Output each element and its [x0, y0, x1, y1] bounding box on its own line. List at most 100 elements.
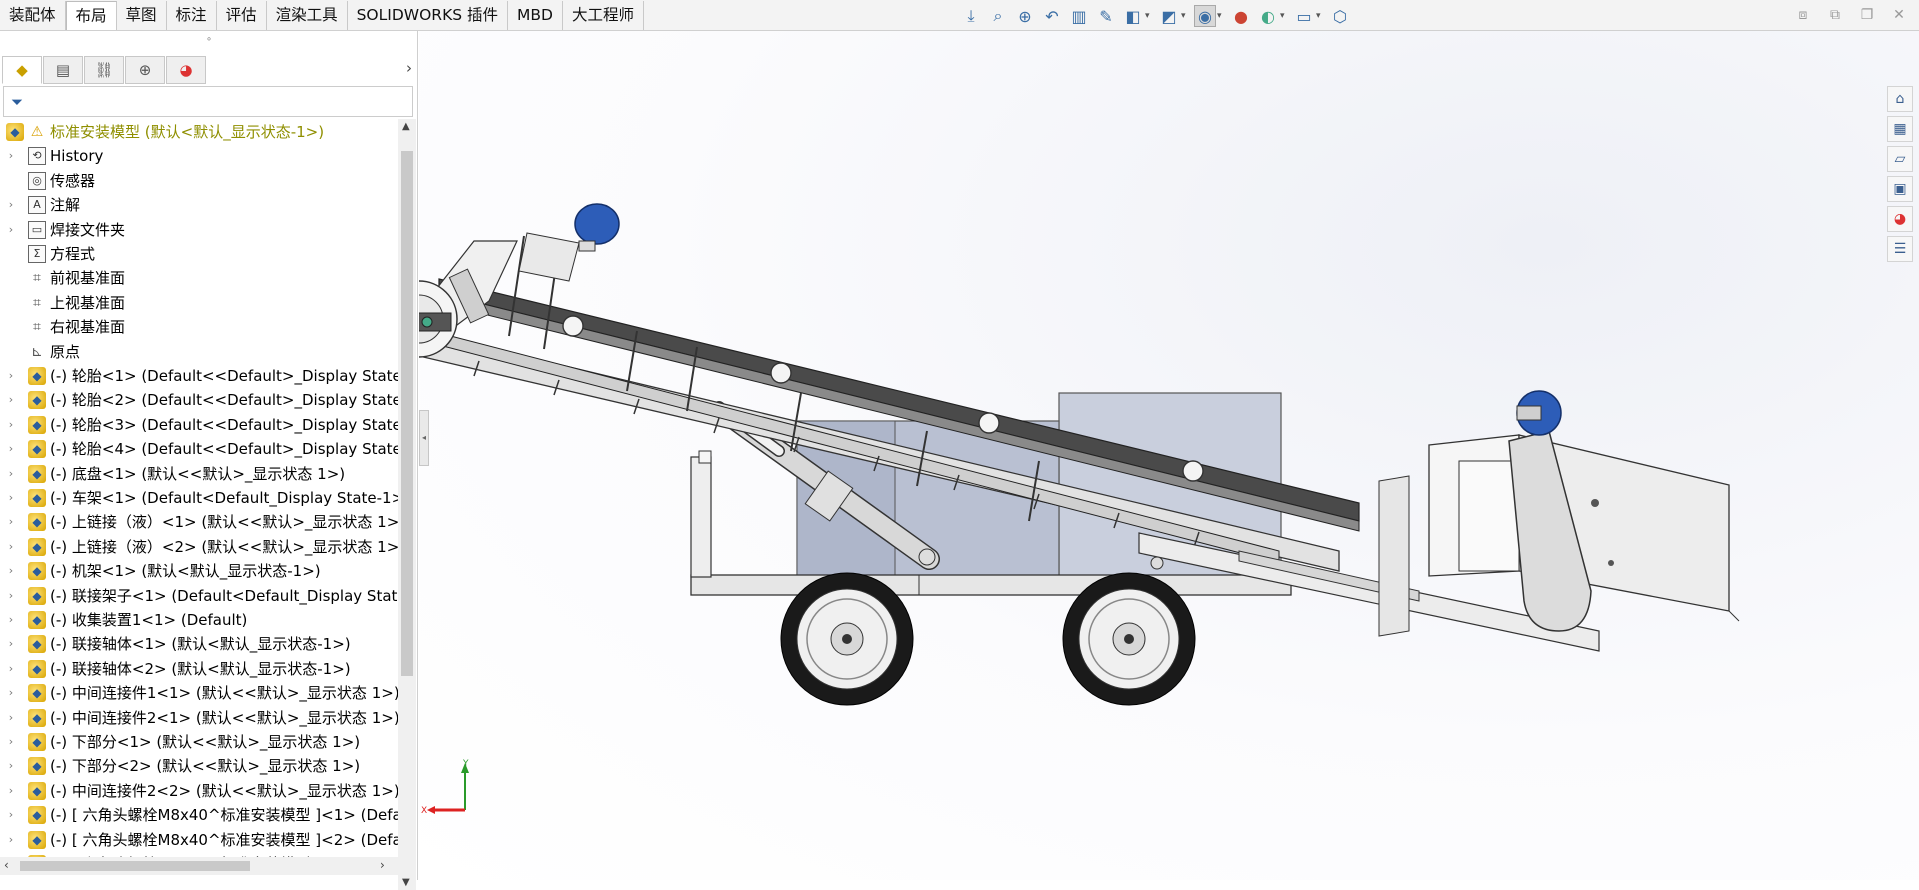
tree-item[interactable]: › A 注解 [0, 193, 398, 217]
hide-show-items-icon[interactable]: ◉ [1194, 5, 1216, 27]
edit-appearance-icon[interactable]: ● [1230, 5, 1252, 27]
file-explorer-icon[interactable]: ▱ [1887, 146, 1913, 172]
3d-view-icon[interactable]: ⬡ [1329, 5, 1351, 27]
chevron-down-icon[interactable]: ▾ [1316, 11, 1324, 21]
tree-item[interactable]: › ◆ (-) 联接架子<1> (Default<Default_Display S… [0, 584, 398, 608]
tree-item[interactable]: › ◆ (-) [ 六角头螺栓M8x40^标准安装模型 ]<1> (Default [0, 803, 398, 827]
ribbon-tab[interactable]: 装配体 [0, 1, 66, 30]
scrollbar-thumb[interactable] [401, 151, 413, 676]
tree-item[interactable]: › ◆ (-) 轮胎<4> (Default<<Default>_Display S… [0, 437, 398, 461]
home-icon[interactable]: ⌂ [1887, 86, 1913, 112]
tree-item[interactable]: › ⟲ History [0, 144, 398, 168]
custom-properties-icon[interactable]: ☰ [1887, 236, 1913, 262]
tree-item[interactable]: › ◆ (-) 轮胎<1> (Default<<Default>_Display S… [0, 364, 398, 388]
expand-arrow-icon[interactable]: › [6, 413, 16, 437]
tree-vertical-scrollbar[interactable]: ▲ ▼ [398, 119, 416, 890]
expand-arrow-icon[interactable]: › [6, 608, 16, 632]
chevron-right-icon[interactable]: › [406, 59, 412, 77]
view-palette-icon[interactable]: ▣ [1887, 176, 1913, 202]
filter-icon[interactable]: ⏷ [11, 93, 23, 111]
expand-arrow-icon[interactable]: › [6, 657, 16, 681]
restore-pane-icon[interactable]: ⧈ [1793, 5, 1813, 25]
scroll-up-icon[interactable]: ▲ [402, 121, 410, 132]
expand-arrow-icon[interactable]: › [6, 535, 16, 559]
expand-arrow-icon[interactable]: › [6, 388, 16, 412]
tile-icon[interactable]: ⧉ [1825, 5, 1845, 25]
expand-arrow-icon[interactable]: › [6, 437, 16, 461]
tree-item[interactable]: ⌗ 上视基准面 [0, 291, 398, 315]
tree-item[interactable]: Σ 方程式 [0, 242, 398, 266]
tree-item[interactable]: › ◆ (-) 车架<1> (Default<Default_Display Sta… [0, 486, 398, 510]
chevron-down-icon[interactable]: ▾ [1217, 11, 1225, 21]
scroll-left-icon[interactable]: ‹ [4, 858, 9, 872]
chevron-down-icon[interactable]: ▾ [1181, 11, 1189, 21]
configurationmanager-tab[interactable]: ⛓ [84, 56, 124, 84]
featuremanager-tab[interactable]: ◆ [2, 56, 42, 84]
tree-item[interactable]: › ◆ (-) 下部分<2> (默认<<默认>_显示状态 1>) [0, 754, 398, 778]
expand-arrow-icon[interactable]: › [6, 584, 16, 608]
tree-item[interactable]: › ◆ (-) 上链接（液）<1> (默认<<默认>_显示状态 1>) [0, 510, 398, 534]
expand-arrow-icon[interactable]: › [6, 754, 16, 778]
expand-arrow-icon[interactable]: › [6, 803, 16, 827]
dimxpertmanager-tab[interactable]: ⊕ [125, 56, 165, 84]
conveyor-model[interactable] [380, 31, 1919, 880]
expand-arrow-icon[interactable]: › [6, 559, 16, 583]
ribbon-tab[interactable]: 评估 [217, 1, 267, 30]
view-orientation-dropdown-icon[interactable]: ◧ [1122, 5, 1144, 27]
maximize-icon[interactable]: ❐ [1857, 5, 1877, 25]
tree-item[interactable]: › ◆ (-) [ 六角头螺栓M8x40^标准安装模型 ]<2> (Default [0, 828, 398, 852]
tree-item[interactable]: ⊾ 原点 [0, 340, 398, 364]
previous-view-icon[interactable]: ↶ [1041, 5, 1063, 27]
expand-arrow-icon[interactable]: › [6, 486, 16, 510]
expand-arrow-icon[interactable]: › [6, 364, 16, 388]
tree-item[interactable]: › ◆ (-) 机架<1> (默认<默认_显示状态-1>) [0, 559, 398, 583]
tree-item[interactable]: › ◆ (-) 底盘<1> (默认<<默认>_显示状态 1>) [0, 462, 398, 486]
ribbon-tab[interactable]: MBD [508, 1, 563, 30]
expand-arrow-icon[interactable]: › [6, 144, 16, 168]
panel-collapse-handle[interactable]: ◂ [419, 410, 429, 466]
tree-item[interactable]: ⌗ 前视基准面 [0, 266, 398, 290]
ribbon-tab[interactable]: SOLIDWORKS 插件 [348, 1, 509, 30]
tree-filter[interactable]: ⏷ [3, 86, 413, 117]
expand-arrow-icon[interactable]: › [6, 462, 16, 486]
design-library-icon[interactable]: ▦ [1887, 116, 1913, 142]
scroll-right-icon[interactable]: › [380, 858, 385, 872]
chevron-down-icon[interactable]: ▾ [1145, 11, 1153, 21]
scroll-down-icon[interactable]: ▼ [402, 877, 410, 888]
zoom-to-fit-icon[interactable]: ⌕ [987, 5, 1009, 27]
expand-arrow-icon[interactable]: › [6, 730, 16, 754]
tree-item[interactable]: › ◆ (-) 中间连接件1<1> (默认<<默认>_显示状态 1>) [0, 681, 398, 705]
view-settings-icon[interactable]: ▭ [1293, 5, 1315, 27]
tree-item[interactable]: › ◆ (-) 轮胎<3> (Default<<Default>_Display S… [0, 413, 398, 437]
displaymanager-tab[interactable]: ◕ [166, 56, 206, 84]
close-icon[interactable]: ✕ [1889, 5, 1909, 25]
expand-arrow-icon[interactable]: › [6, 510, 16, 534]
dynamic-annotation-icon[interactable]: ✎ [1095, 5, 1117, 27]
tree-horizontal-scrollbar[interactable]: ‹ › [0, 857, 400, 875]
display-style-icon[interactable]: ◩ [1158, 5, 1180, 27]
panel-grip[interactable]: ∘ [0, 31, 418, 49]
expand-arrow-icon[interactable]: › [6, 632, 16, 656]
expand-arrow-icon[interactable]: › [6, 828, 16, 852]
chevron-down-icon[interactable]: ▾ [1280, 11, 1288, 21]
tree-item[interactable]: › ◆ (-) 上链接（液）<2> (默认<<默认>_显示状态 1>) [0, 535, 398, 559]
expand-arrow-icon[interactable]: › [6, 706, 16, 730]
section-view-icon[interactable]: ▥ [1068, 5, 1090, 27]
tree-item[interactable]: › ◆ (-) 中间连接件2<2> (默认<<默认>_显示状态 1>) [0, 779, 398, 803]
ribbon-tab[interactable]: 布局 [65, 1, 117, 30]
ribbon-tab[interactable]: 标注 [167, 1, 217, 30]
tree-item[interactable]: › ◆ (-) 收集装置1<1> (Default) [0, 608, 398, 632]
tree-root[interactable]: ◆ ⚠ 标准安装模型 (默认<默认_显示状态-1>) [0, 120, 398, 144]
expand-arrow-icon[interactable]: › [6, 193, 16, 217]
tree-item[interactable]: › ◆ (-) 轮胎<2> (Default<<Default>_Display S… [0, 388, 398, 412]
view-orientation-icon[interactable]: ⤓ [960, 5, 982, 27]
scrollbar-thumb[interactable] [20, 861, 250, 871]
appearances-icon[interactable]: ◕ [1887, 206, 1913, 232]
tree-item[interactable]: ⌗ 右视基准面 [0, 315, 398, 339]
expand-arrow-icon[interactable]: › [6, 779, 16, 803]
tree-item[interactable]: › ◆ (-) 联接轴体<2> (默认<默认_显示状态-1>) [0, 657, 398, 681]
ribbon-tab[interactable]: 草图 [117, 1, 167, 30]
tree-item[interactable]: › ◆ (-) 下部分<1> (默认<<默认>_显示状态 1>) [0, 730, 398, 754]
propertymanager-tab[interactable]: ▤ [43, 56, 83, 84]
apply-scene-icon[interactable]: ◐ [1257, 5, 1279, 27]
